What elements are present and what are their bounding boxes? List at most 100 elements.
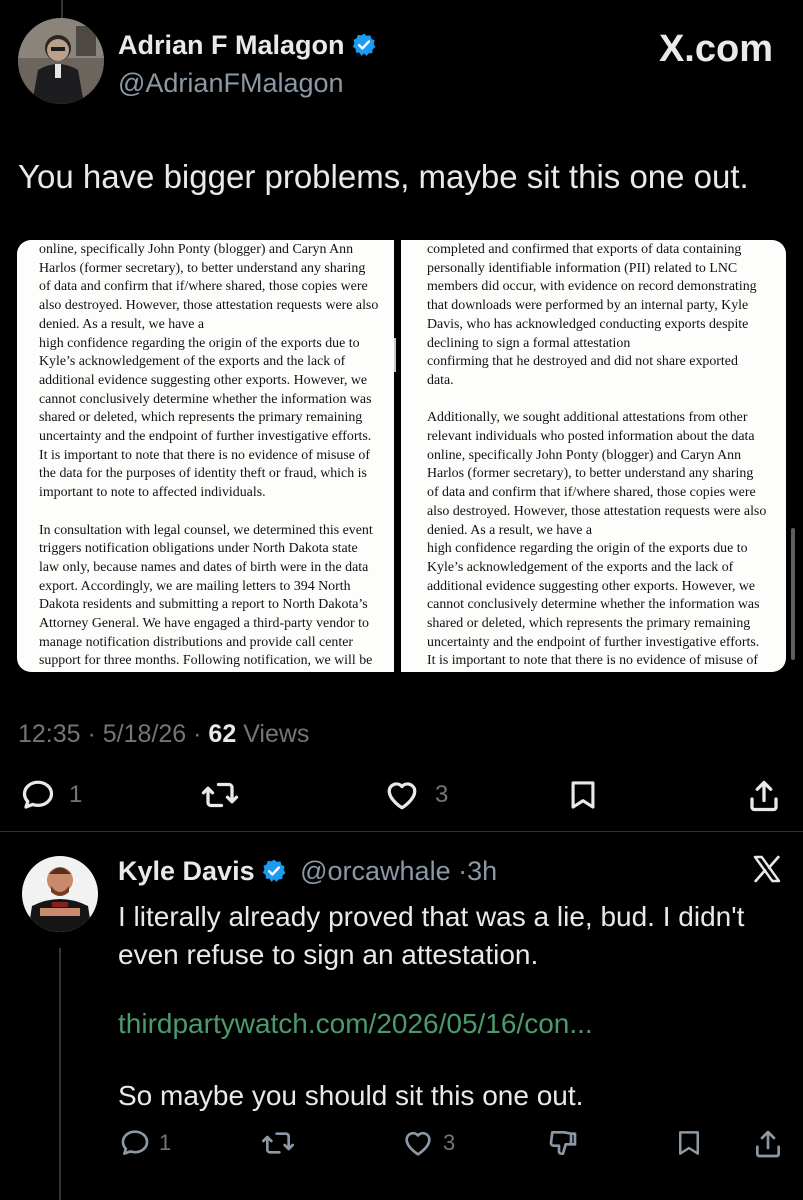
document-line: uncertainty and the endpoint of further …: [427, 634, 760, 650]
author-name[interactable]: Adrian F Malagon: [118, 30, 377, 61]
reply-author-handle[interactable]: @orcawhale: [300, 856, 450, 886]
document-line: cannot conclusively determine whether th…: [427, 597, 760, 613]
like-button[interactable]: 3: [383, 777, 448, 813]
like-icon: [405, 1131, 431, 1156]
views-label: Views: [243, 720, 310, 748]
document-line: important to note to affected individual…: [39, 485, 266, 501]
document-line: relevant individuals who posted informat…: [427, 429, 755, 445]
page-scrollbar[interactable]: [791, 528, 795, 660]
tweet-meta: 12:35 · 5/18/26 · 62 Views: [18, 720, 310, 748]
document-paragraph-gap: [427, 391, 776, 410]
document-line: high confidence regarding the origin of …: [427, 541, 748, 557]
tweet-time[interactable]: 12:35: [18, 720, 81, 748]
x-logo-icon: [750, 853, 784, 890]
document-line: that downloads were performed by an inte…: [427, 298, 749, 314]
reply-link[interactable]: thirdpartywatch.com/2026/05/16/con...: [118, 1008, 593, 1040]
document-line: personally identifiable information (PII…: [427, 260, 738, 276]
document-line: the data for the purposes of identity th…: [39, 466, 367, 482]
document-line: uncertainty and the endpoint of further …: [39, 429, 372, 445]
document-line: export. Accordingly, we are mailing lett…: [39, 578, 351, 594]
reply-icon: [121, 1130, 149, 1155]
reply-like-count: 3: [443, 1130, 456, 1155]
bookmark-icon: [679, 1131, 699, 1155]
document-line: Additionally, we sought additional attes…: [427, 410, 748, 426]
document-line: data.: [427, 372, 454, 388]
document-line: additional evidence suggesting other exp…: [39, 372, 368, 388]
document-line: members did occur, with evidence on reco…: [427, 279, 757, 295]
tweet-divider: [0, 831, 803, 832]
document-line: shared or deleted, which represents the …: [427, 616, 751, 632]
reply-icon: [22, 780, 54, 809]
share-icon: [756, 1130, 780, 1158]
reply-like-button[interactable]: 3: [401, 1127, 455, 1159]
like-count: 3: [435, 781, 449, 808]
document-line: completed and confirmed that exports of …: [427, 242, 742, 257]
document-line: Dakota residents and submitting a report…: [39, 597, 368, 613]
document-image-left[interactable]: online, specifically John Ponty (blogger…: [17, 240, 394, 672]
document-line: of data and confirm that if/where shared…: [39, 279, 368, 295]
repost-icon: [262, 1132, 294, 1154]
reply-repost-button[interactable]: [260, 1127, 296, 1159]
document-line: In consultation with legal counsel, we d…: [39, 522, 373, 538]
views-count: 62: [208, 720, 237, 748]
reply-reply-button[interactable]: 1: [119, 1127, 171, 1159]
document-line: It is important to note that there is no…: [427, 653, 758, 669]
reply-reply-count: 1: [159, 1130, 172, 1155]
document-line: online, specifically John Ponty (blogger…: [39, 242, 354, 257]
author-avatar[interactable]: [18, 18, 104, 104]
reply-actions: 1 3: [0, 1127, 803, 1167]
document-line: declining to sign a formal attestation: [427, 335, 631, 351]
reply-count: 1: [69, 781, 83, 808]
reply-share-button[interactable]: [752, 1127, 784, 1161]
tweet-text: You have bigger problems, maybe sit this…: [18, 158, 749, 195]
document-line: Davis, who has acknowledged conducting e…: [427, 316, 749, 332]
document-line: additional evidence suggesting other exp…: [427, 578, 756, 594]
author-handle[interactable]: @AdrianFMalagon: [118, 68, 344, 99]
reply-bookmark-button[interactable]: [674, 1127, 704, 1159]
document-line: cannot conclusively determine whether th…: [39, 391, 372, 407]
document-line: high confidence regarding the origin of …: [39, 335, 360, 351]
document-line: Harlos (former secretary), to better und…: [39, 260, 366, 276]
verified-badge-icon: [351, 32, 377, 58]
repost-button[interactable]: [200, 777, 240, 813]
x-com-watermark: X.com: [658, 28, 773, 70]
document-line: It is important to note that there is no…: [39, 447, 370, 463]
document-line: also destroyed. However, those attestati…: [39, 298, 379, 314]
document-line: law only, because names and dates of bir…: [39, 559, 369, 575]
document-line: confirming that he destroyed and did not…: [427, 354, 738, 370]
reply-separator: ·: [458, 856, 468, 886]
bookmark-button[interactable]: [566, 777, 600, 813]
reply-dislike-button[interactable]: [547, 1127, 579, 1159]
document-line: Kyle’s acknowledgement of the exports an…: [427, 559, 734, 575]
document-line: denied. As a result, we have a: [427, 522, 593, 538]
tweet-date[interactable]: 5/18/26: [103, 720, 186, 748]
tweet-actions: 1 3: [0, 777, 803, 817]
reply-text-2: So maybe you should sit this one out.: [118, 1080, 584, 1111]
reply-button[interactable]: 1: [20, 777, 82, 813]
share-button[interactable]: [746, 777, 782, 815]
document-line: Harlos (former secretary), to better und…: [427, 466, 754, 482]
bookmark-icon: [571, 781, 595, 809]
thread-connector-top: [61, 0, 63, 18]
document-line: support for three months. Following noti…: [39, 653, 373, 669]
document-image-right[interactable]: completed and confirmed that exports of …: [401, 240, 786, 672]
dislike-icon: [549, 1131, 577, 1155]
reply-author-avatar[interactable]: [22, 856, 98, 932]
document-line: Attorney General. We have engaged a thir…: [39, 616, 369, 632]
document-scroll-indicator: [394, 338, 396, 372]
document-paragraph-gap: [39, 503, 382, 522]
document-line: manage notification distributions and pr…: [39, 634, 353, 650]
verified-badge-icon: [261, 858, 287, 884]
reply-author-name[interactable]: Kyle Davis: [118, 856, 255, 886]
document-line: also destroyed. However, those attestati…: [427, 503, 767, 519]
reply-age[interactable]: 3h: [467, 856, 497, 886]
document-line: of data and confirm that if/where shared…: [427, 485, 756, 501]
document-line: Kyle’s acknowledgement of the exports an…: [39, 354, 346, 370]
repost-icon: [201, 782, 239, 808]
reply-text: I literally already proved that was a li…: [118, 901, 745, 970]
author-name-text[interactable]: Adrian F Malagon: [118, 30, 345, 60]
document-line: denied. As a result, we have a: [39, 316, 205, 332]
share-icon: [750, 780, 778, 812]
document-line: online, specifically John Ponty (blogger…: [427, 447, 742, 463]
like-icon: [387, 782, 417, 810]
